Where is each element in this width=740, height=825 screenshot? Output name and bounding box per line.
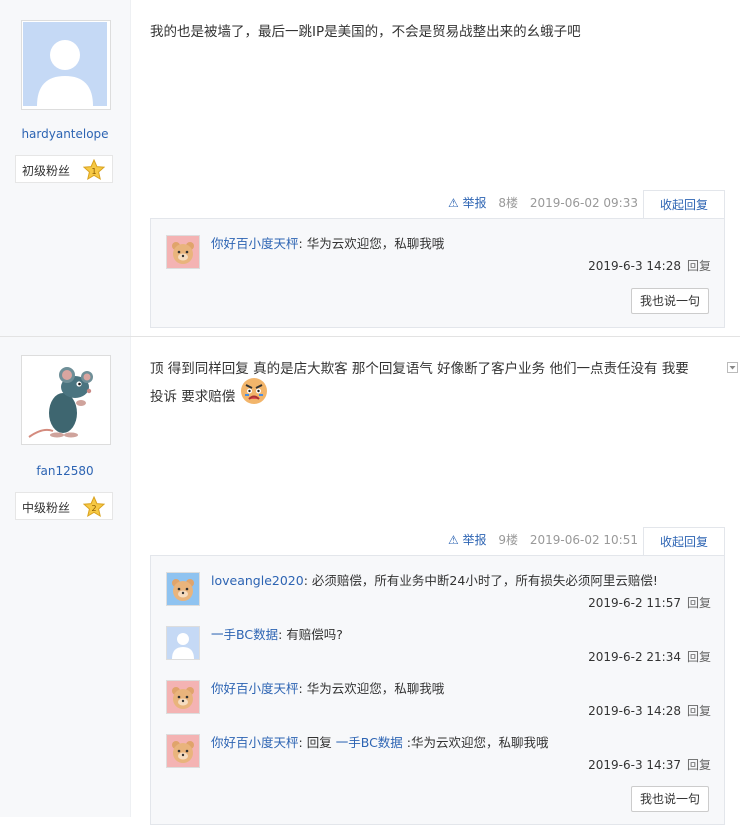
reply-username[interactable]: loveangle2020 (211, 573, 304, 588)
reply-username[interactable]: 你好百小度天枰 (211, 681, 299, 696)
reply-text: 你好百小度天枰: 华为云欢迎您，私聊我哦 (211, 236, 445, 251)
reply-username[interactable]: 你好百小度天枰 (211, 735, 299, 750)
reply-box: loveangle2020: 必须赔偿，所有业务中断24小时了，所有损失必须阿里… (150, 555, 725, 825)
reply-button[interactable]: 回复 (687, 650, 711, 664)
warning-triangle-icon: ⚠ (447, 196, 459, 210)
reply-prefix: 回复 (306, 735, 332, 750)
say-something-button[interactable]: 我也说一句 (631, 786, 709, 812)
collapse-replies-button[interactable]: 收起回复 (643, 527, 725, 555)
reply-body: 华为云欢迎您，私聊我哦 (306, 236, 445, 251)
bear-avatar-icon (167, 681, 199, 713)
reply-meta: 2019-6-3 14:28 回复 (588, 702, 711, 719)
reply-time: 2019-6-3 14:37 (588, 758, 681, 772)
reply-button[interactable]: 回复 (687, 704, 711, 718)
star-badge-icon: 1 (83, 159, 105, 181)
reply-button[interactable]: 回复 (687, 758, 711, 772)
reply-avatar[interactable] (166, 734, 200, 768)
username-link[interactable]: hardyantelope (0, 127, 130, 141)
bear-avatar-icon (167, 735, 199, 767)
angry-face-emoji-icon (240, 378, 267, 404)
reply-body: 必须赔偿，所有业务中断24小时了，所有损失必须阿里云赔偿! (311, 573, 658, 588)
reply-avatar[interactable] (166, 572, 200, 606)
reply-text: 你好百小度天枰: 回复 一手BC数据 :华为云欢迎您，私聊我哦 (211, 735, 549, 750)
reply-avatar[interactable] (166, 680, 200, 714)
fan-level-number: 1 (91, 167, 96, 176)
rat-avatar-icon (23, 357, 107, 441)
post-content: 我的也是被墙了，最后一跳IP是美国的，不会是贸易战整出来的幺蛾子吧 (150, 24, 581, 40)
reply-item: loveangle2020: 必须赔偿，所有业务中断24小时了，所有损失必须阿里… (166, 572, 711, 614)
reply-item: 一手BC数据: 有赔偿吗? 2019-6-2 21:34 回复 (166, 626, 711, 668)
default-avatar-icon (167, 627, 199, 659)
post-floor-8: hardyantelope 初级粉丝 1 我的也是被墙了，最后一跳IP是美国的，… (0, 0, 740, 336)
floor-number: 8楼 (498, 196, 519, 210)
reply-box: 你好百小度天枰: 华为云欢迎您，私聊我哦 2019-6-3 14:28 回复 我也… (150, 218, 725, 328)
reply-text: loveangle2020: 必须赔偿，所有业务中断24小时了，所有损失必须阿里… (211, 573, 658, 588)
user-avatar[interactable] (21, 20, 111, 110)
reply-body: 华为云欢迎您，私聊我哦 (306, 681, 445, 696)
post-datetime: 2019-06-02 09:33 (529, 196, 638, 210)
reply-item: 你好百小度天枰: 华为云欢迎您，私聊我哦 2019-6-3 14:28 回复 (166, 235, 711, 277)
post-content: 顶 得到同样回复 真的是店大欺客 那个回复语气 好像断了客户业务 他们一点责任没… (150, 355, 720, 411)
bear-avatar-icon (167, 573, 199, 605)
reply-mention-link[interactable]: 一手BC数据 (336, 735, 403, 750)
reply-username[interactable]: 一手BC数据 (211, 627, 278, 642)
fan-level-label: 初级粉丝 (22, 164, 71, 178)
floor-number: 9楼 (498, 533, 519, 547)
post-menu-arrow-icon[interactable] (727, 362, 738, 373)
reply-avatar[interactable] (166, 626, 200, 660)
post-meta: ⚠ 举报 9楼 2019-06-02 10:51 (448, 530, 638, 550)
fan-level-label: 中级粉丝 (22, 501, 71, 515)
star-badge-icon: 2 (83, 496, 105, 518)
reply-body: 有赔偿吗? (286, 627, 343, 642)
user-sidebar: fan12580 中级粉丝 2 (0, 337, 131, 817)
post-meta: ⚠ 举报 8楼 2019-06-02 09:33 (448, 193, 638, 213)
reply-meta: 2019-6-3 14:28 回复 (588, 257, 711, 274)
post-content-line-2: 投诉 要求赔偿 (150, 378, 720, 411)
report-link[interactable]: ⚠ 举报 (448, 533, 487, 547)
reply-avatar[interactable] (166, 235, 200, 269)
reply-button[interactable]: 回复 (687, 259, 711, 273)
reply-time: 2019-6-2 21:34 (588, 650, 681, 664)
reply-body: :华为云欢迎您，私聊我哦 (406, 735, 549, 750)
fan-level-badge[interactable]: 初级粉丝 1 (15, 155, 113, 183)
reply-meta: 2019-6-2 21:34 回复 (588, 648, 711, 665)
post-floor-9: fan12580 中级粉丝 2 顶 得到同样回复 真的是店大欺客 那个回复语气 … (0, 337, 740, 825)
user-sidebar: hardyantelope 初级粉丝 1 (0, 0, 131, 336)
reply-text: 你好百小度天枰: 华为云欢迎您，私聊我哦 (211, 681, 445, 696)
reply-meta: 2019-6-3 14:37 回复 (588, 756, 711, 773)
default-avatar-icon (23, 22, 107, 106)
user-avatar[interactable] (21, 355, 111, 445)
collapse-replies-button[interactable]: 收起回复 (643, 190, 725, 218)
warning-triangle-icon: ⚠ (447, 533, 459, 547)
reply-item: 你好百小度天枰: 华为云欢迎您，私聊我哦 2019-6-3 14:28 回复 (166, 680, 711, 722)
reply-time: 2019-6-3 14:28 (588, 259, 681, 273)
reply-item: 你好百小度天枰: 回复 一手BC数据 :华为云欢迎您，私聊我哦 2019-6-3… (166, 734, 711, 776)
fan-level-number: 2 (91, 504, 96, 513)
reply-button[interactable]: 回复 (687, 596, 711, 610)
reply-time: 2019-6-2 11:57 (588, 596, 681, 610)
report-link[interactable]: ⚠ 举报 (448, 196, 487, 210)
fan-level-badge[interactable]: 中级粉丝 2 (15, 492, 113, 520)
reply-time: 2019-6-3 14:28 (588, 704, 681, 718)
reply-text: 一手BC数据: 有赔偿吗? (211, 627, 343, 642)
reply-meta: 2019-6-2 11:57 回复 (588, 594, 711, 611)
say-something-button[interactable]: 我也说一句 (631, 288, 709, 314)
post-datetime: 2019-06-02 10:51 (529, 533, 638, 547)
post-content-line: 顶 得到同样回复 真的是店大欺客 那个回复语气 好像断了客户业务 他们一点责任没… (150, 361, 689, 377)
username-link[interactable]: fan12580 (0, 464, 130, 478)
reply-username[interactable]: 你好百小度天枰 (211, 236, 299, 251)
bear-avatar-icon (167, 236, 199, 268)
